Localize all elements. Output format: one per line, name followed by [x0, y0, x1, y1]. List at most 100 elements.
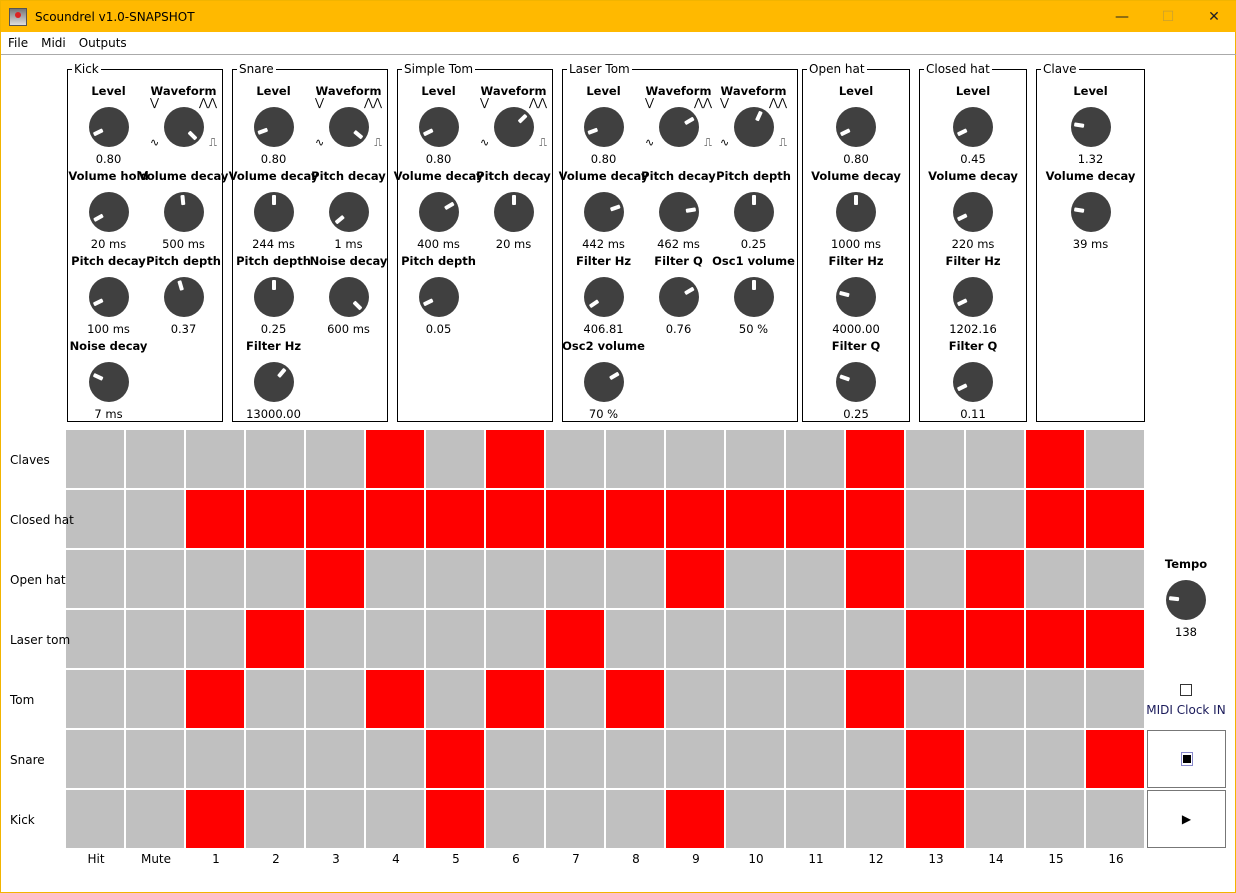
knob-dial[interactable]: [253, 192, 294, 232]
step-cell[interactable]: [726, 610, 786, 670]
step-cell[interactable]: [306, 790, 366, 850]
knob-dial[interactable]: [88, 277, 129, 317]
knob-dial[interactable]: [953, 192, 993, 232]
knob-dial[interactable]: [88, 362, 129, 402]
step-cell[interactable]: [546, 430, 606, 490]
knob-dial[interactable]: [583, 107, 624, 147]
step-cell[interactable]: [1026, 430, 1086, 490]
step-cell[interactable]: [186, 790, 246, 850]
knob-dial[interactable]: [328, 107, 369, 147]
knob-dial[interactable]: [1070, 192, 1111, 232]
step-cell[interactable]: [906, 490, 966, 550]
knob-dial[interactable]: [583, 362, 624, 402]
knob-dial[interactable]: [328, 277, 369, 317]
knob-dial[interactable]: [733, 277, 774, 317]
step-cell[interactable]: [246, 790, 306, 850]
step-cell[interactable]: [546, 790, 606, 850]
step-cell[interactable]: [906, 730, 966, 790]
hit-button[interactable]: [66, 430, 126, 490]
knob-dial[interactable]: [418, 107, 459, 147]
knob-dial[interactable]: [836, 192, 876, 232]
knob-dial[interactable]: [583, 192, 624, 232]
step-cell[interactable]: [186, 430, 246, 490]
knob-dial[interactable]: [1070, 107, 1111, 147]
knob-dial[interactable]: [836, 362, 876, 402]
step-cell[interactable]: [846, 610, 906, 670]
step-cell[interactable]: [726, 730, 786, 790]
hit-button[interactable]: [66, 550, 126, 610]
step-cell[interactable]: [246, 730, 306, 790]
knob-dial[interactable]: [836, 107, 876, 147]
step-cell[interactable]: [486, 790, 546, 850]
step-cell[interactable]: [546, 550, 606, 610]
step-cell[interactable]: [366, 610, 426, 670]
step-cell[interactable]: [606, 490, 666, 550]
knob-dial[interactable]: [493, 192, 534, 232]
step-cell[interactable]: [186, 670, 246, 730]
knob-dial[interactable]: [163, 277, 204, 317]
step-cell[interactable]: [1026, 790, 1086, 850]
step-cell[interactable]: [906, 430, 966, 490]
step-cell[interactable]: [306, 610, 366, 670]
step-cell[interactable]: [606, 430, 666, 490]
step-cell[interactable]: [306, 490, 366, 550]
step-cell[interactable]: [786, 430, 846, 490]
step-cell[interactable]: [966, 670, 1026, 730]
knob-dial[interactable]: [658, 192, 699, 232]
step-cell[interactable]: [606, 610, 666, 670]
step-cell[interactable]: [486, 730, 546, 790]
step-cell[interactable]: [606, 730, 666, 790]
step-cell[interactable]: [1026, 670, 1086, 730]
knob-dial[interactable]: [733, 107, 774, 147]
knob-dial[interactable]: [163, 107, 204, 147]
step-cell[interactable]: [1026, 550, 1086, 610]
step-cell[interactable]: [966, 730, 1026, 790]
step-cell[interactable]: [846, 730, 906, 790]
knob-dial[interactable]: [583, 277, 624, 317]
step-cell[interactable]: [486, 490, 546, 550]
knob-dial[interactable]: [328, 192, 369, 232]
knob-dial[interactable]: [418, 192, 459, 232]
step-cell[interactable]: [786, 550, 846, 610]
step-cell[interactable]: [966, 790, 1026, 850]
step-cell[interactable]: [426, 790, 486, 850]
knob-dial[interactable]: [493, 107, 534, 147]
close-button[interactable]: ✕: [1191, 1, 1236, 32]
step-cell[interactable]: [186, 730, 246, 790]
step-cell[interactable]: [846, 790, 906, 850]
hit-button[interactable]: [66, 610, 126, 670]
step-cell[interactable]: [546, 670, 606, 730]
step-cell[interactable]: [426, 490, 486, 550]
step-cell[interactable]: [1086, 490, 1146, 550]
menu-midi[interactable]: Midi: [41, 36, 66, 50]
step-cell[interactable]: [726, 550, 786, 610]
step-cell[interactable]: [426, 610, 486, 670]
step-cell[interactable]: [546, 610, 606, 670]
step-cell[interactable]: [726, 490, 786, 550]
step-cell[interactable]: [966, 490, 1026, 550]
step-cell[interactable]: [306, 430, 366, 490]
step-cell[interactable]: [1086, 730, 1146, 790]
step-cell[interactable]: [726, 790, 786, 850]
knob-dial[interactable]: [163, 192, 204, 232]
step-cell[interactable]: [186, 610, 246, 670]
step-cell[interactable]: [1026, 730, 1086, 790]
step-cell[interactable]: [666, 430, 726, 490]
knob-dial[interactable]: [658, 107, 699, 147]
step-cell[interactable]: [1086, 550, 1146, 610]
step-cell[interactable]: [786, 610, 846, 670]
step-cell[interactable]: [306, 550, 366, 610]
hit-button[interactable]: [66, 670, 126, 730]
step-cell[interactable]: [366, 430, 426, 490]
step-cell[interactable]: [1086, 610, 1146, 670]
step-cell[interactable]: [906, 550, 966, 610]
step-cell[interactable]: [786, 790, 846, 850]
mute-button[interactable]: [126, 730, 186, 790]
stop-button[interactable]: [1147, 730, 1226, 788]
step-cell[interactable]: [186, 490, 246, 550]
step-cell[interactable]: [426, 430, 486, 490]
step-cell[interactable]: [426, 670, 486, 730]
mute-button[interactable]: [126, 430, 186, 490]
hit-button[interactable]: [66, 490, 126, 550]
step-cell[interactable]: [606, 670, 666, 730]
